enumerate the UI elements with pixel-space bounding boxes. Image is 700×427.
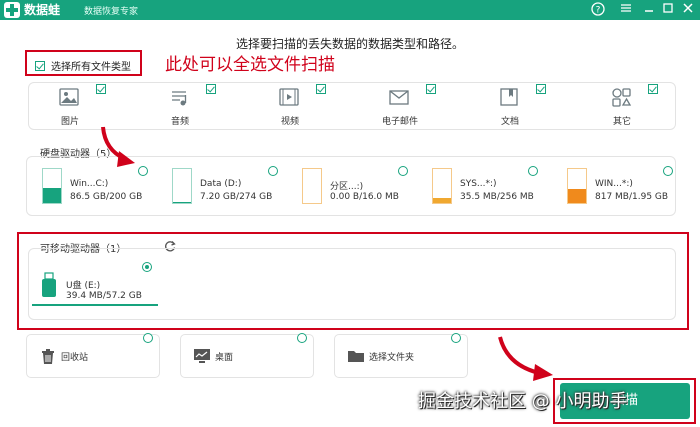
file-type-other[interactable]: 其它 [580, 82, 680, 130]
file-type-label: 文档 [500, 117, 519, 127]
drive-icon [42, 168, 62, 204]
drive-size: 39.4 MB/57.2 GB [66, 291, 142, 301]
app-logo-icon [4, 2, 20, 18]
file-type-document[interactable]: 文档 [468, 82, 568, 130]
drive-size: 86.5 GB/200 GB [70, 192, 143, 202]
file-type-audio[interactable]: 音频 [138, 82, 238, 130]
help-icon[interactable]: ? [590, 2, 606, 18]
location-radio[interactable] [451, 333, 461, 343]
file-type-audio-check-icon[interactable] [206, 84, 216, 94]
video-icon [279, 88, 299, 106]
drive-icon [302, 168, 322, 204]
drive-radio[interactable] [138, 166, 148, 176]
file-type-other-check-icon[interactable] [648, 84, 658, 94]
select-all-label: 选择所有文件类型 [51, 62, 131, 73]
location-radio[interactable] [297, 333, 307, 343]
location-label: 桌面 [215, 353, 234, 363]
app-name: 数据蛙 [24, 3, 61, 17]
location-label: 选择文件夹 [369, 353, 415, 363]
removable-drive-radio[interactable] [142, 262, 152, 272]
file-type-document-check-icon[interactable] [536, 84, 546, 94]
file-type-label: 其它 [612, 117, 631, 127]
file-type-image[interactable]: 图片 [28, 82, 128, 130]
watermark: 掘金技术社区 @ 小明助手 [418, 391, 628, 412]
drive-icon [432, 168, 452, 204]
file-type-label: 视频 [280, 117, 299, 127]
drive-size: 35.5 MB/256 MB [460, 192, 534, 202]
file-type-image-check-icon[interactable] [96, 84, 106, 94]
app-subtitle: 数据恢复专家 [84, 7, 139, 17]
select-all-checkbox[interactable]: 选择所有文件类型 [35, 58, 131, 73]
drive-icon [172, 168, 192, 204]
drive-radio[interactable] [398, 166, 408, 176]
trash-icon [42, 349, 54, 364]
location-label: 回收站 [61, 353, 89, 363]
image-icon [59, 88, 79, 106]
usb-drive-icon [42, 272, 56, 297]
removable-drive-item[interactable]: U盘 (E:) 39.4 MB/57.2 GB [32, 258, 158, 306]
location-radio[interactable] [143, 333, 153, 343]
drive-radio[interactable] [268, 166, 278, 176]
drive-name: U盘 (E:) [66, 281, 101, 291]
menu-icon[interactable] [618, 2, 634, 18]
drive-item[interactable]: Data (D:) 7.20 GB/274 GB [160, 160, 290, 210]
drive-name: SYS...*:) [460, 179, 497, 189]
drive-icon [567, 168, 587, 204]
minimize-icon[interactable] [641, 2, 657, 18]
maximize-icon[interactable] [660, 2, 676, 18]
location-select-folder[interactable]: 选择文件夹 [334, 333, 468, 378]
drive-name: 分区...:) [330, 182, 364, 192]
file-type-email[interactable]: 电子邮件 [358, 82, 458, 130]
document-icon [500, 88, 518, 106]
drive-item[interactable]: 分区...:) 0.00 B/16.0 MB [290, 160, 420, 210]
drive-name: Data (D:) [200, 179, 242, 189]
location-desktop[interactable]: 桌面 [180, 333, 314, 378]
file-type-label: 音频 [170, 117, 189, 127]
svg-text:?: ? [596, 6, 601, 16]
file-type-email-check-icon[interactable] [426, 84, 436, 94]
drive-radio[interactable] [663, 166, 673, 176]
folder-icon [348, 351, 364, 362]
annotation-text: 此处可以全选文件扫描 [165, 55, 335, 75]
music-icon [172, 91, 187, 106]
close-icon[interactable] [680, 2, 696, 18]
mail-icon [389, 90, 409, 105]
drive-size: 817 MB/1.95 GB [595, 192, 669, 202]
select-all-check-icon[interactable] [35, 60, 45, 71]
drive-item[interactable]: Win...C:) 86.5 GB/200 GB [30, 160, 160, 210]
file-type-video[interactable]: 视频 [248, 82, 348, 130]
drive-radio[interactable] [528, 166, 538, 176]
title-bar: 数据蛙 数据恢复专家 ? [0, 0, 700, 20]
drive-item[interactable]: SYS...*:) 35.5 MB/256 MB [420, 160, 550, 210]
drive-size: 0.00 B/16.0 MB [330, 192, 399, 202]
other-icon [612, 88, 632, 107]
location-recycle-bin[interactable]: 回收站 [26, 333, 160, 378]
desktop-icon [194, 349, 210, 363]
file-type-video-check-icon[interactable] [316, 84, 326, 94]
drive-item[interactable]: WIN...*:) 817 MB/1.95 GB [555, 160, 685, 210]
drive-name: Win...C:) [70, 179, 109, 189]
drive-name: WIN...*:) [595, 179, 633, 189]
annotation-arrow-icon [498, 336, 553, 381]
drive-size: 7.20 GB/274 GB [200, 192, 273, 202]
file-type-label: 电子邮件 [381, 117, 418, 127]
